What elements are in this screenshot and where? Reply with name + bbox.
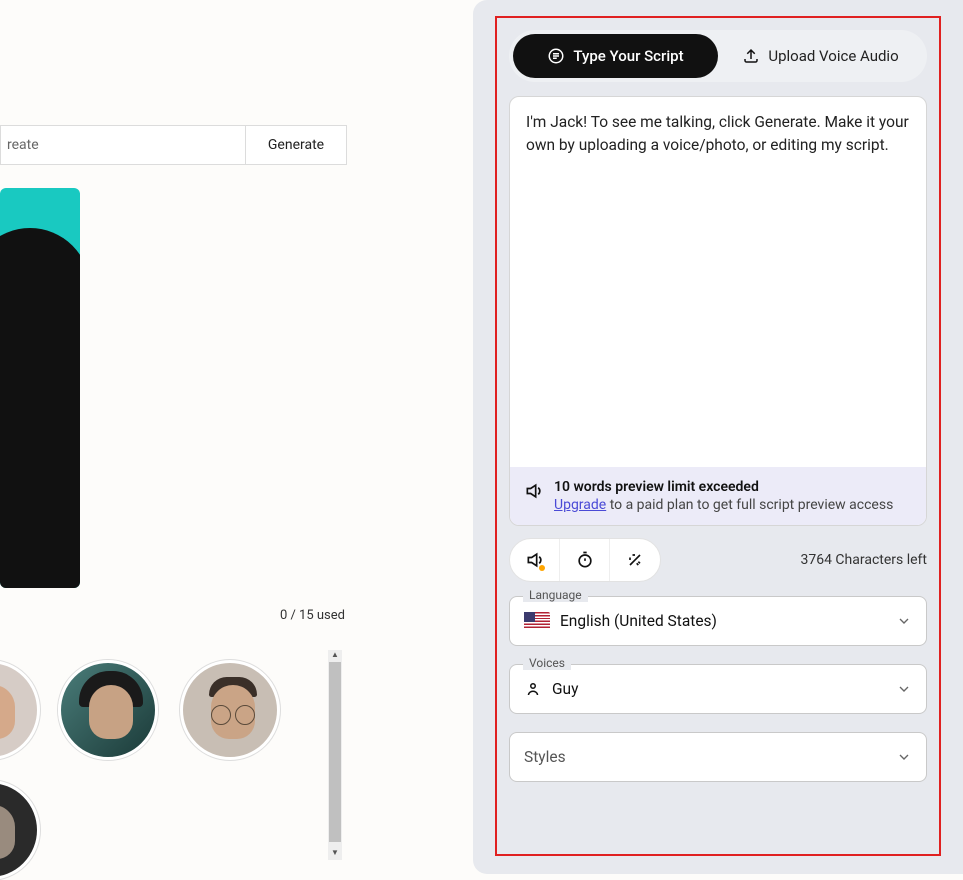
tab-type-script[interactable]: Type Your Script [513, 34, 718, 78]
script-box: I'm Jack! To see me talking, click Gener… [509, 96, 927, 526]
tab-label: Upload Voice Audio [768, 47, 898, 65]
upgrade-link[interactable]: Upgrade [554, 497, 606, 513]
language-select[interactable]: English (United States) [509, 596, 927, 646]
voices-label: Voices [523, 656, 571, 670]
chevron-down-icon [896, 613, 912, 629]
speaker-icon [524, 479, 544, 513]
magic-button[interactable] [610, 539, 660, 581]
avatar-scrollbar[interactable]: ▲ ▼ [328, 650, 342, 860]
avatar-option[interactable] [0, 660, 40, 760]
avatar-option[interactable] [180, 660, 280, 760]
styles-select[interactable]: Styles [509, 732, 927, 782]
tab-label: Type Your Script [573, 47, 683, 65]
characters-left: 3764 Characters left [800, 552, 927, 568]
highlighted-region: Type Your Script Upload Voice Audio I'm … [495, 16, 941, 856]
language-label: Language [523, 588, 588, 602]
script-panel: Type Your Script Upload Voice Audio I'm … [473, 0, 963, 874]
topbar-text: reate [1, 126, 246, 164]
limit-subtext: to a paid plan to get full script previe… [606, 497, 893, 513]
chevron-down-icon [896, 681, 912, 697]
generate-button[interactable]: Generate [246, 126, 346, 164]
limit-banner: 10 words preview limit exceeded Upgrade … [510, 467, 926, 525]
chevron-down-icon [896, 749, 912, 765]
avatar-option[interactable] [0, 780, 40, 880]
top-input-bar: reate Generate [0, 125, 347, 165]
scrollbar-thumb[interactable] [329, 662, 341, 842]
input-mode-tabs: Type Your Script Upload Voice Audio [509, 30, 927, 82]
voices-value: Guy [552, 680, 578, 698]
person-icon [524, 680, 542, 698]
upload-icon [742, 47, 760, 65]
script-tools [509, 538, 661, 582]
flag-us-icon [524, 612, 550, 630]
avatar-option[interactable] [58, 660, 158, 760]
usage-counter: 0 / 15 used [280, 608, 345, 623]
preview-audio-button[interactable] [510, 539, 560, 581]
script-textarea[interactable]: I'm Jack! To see me talking, click Gener… [510, 97, 926, 467]
avatar-picker [0, 650, 350, 860]
language-value: English (United States) [560, 612, 717, 630]
styles-value: Styles [524, 748, 566, 766]
voices-select[interactable]: Guy [509, 664, 927, 714]
chat-icon [547, 47, 565, 65]
tab-upload-audio[interactable]: Upload Voice Audio [718, 34, 923, 78]
limit-title: 10 words preview limit exceeded [554, 479, 893, 495]
timer-button[interactable] [560, 539, 610, 581]
avatar-preview [0, 188, 80, 588]
